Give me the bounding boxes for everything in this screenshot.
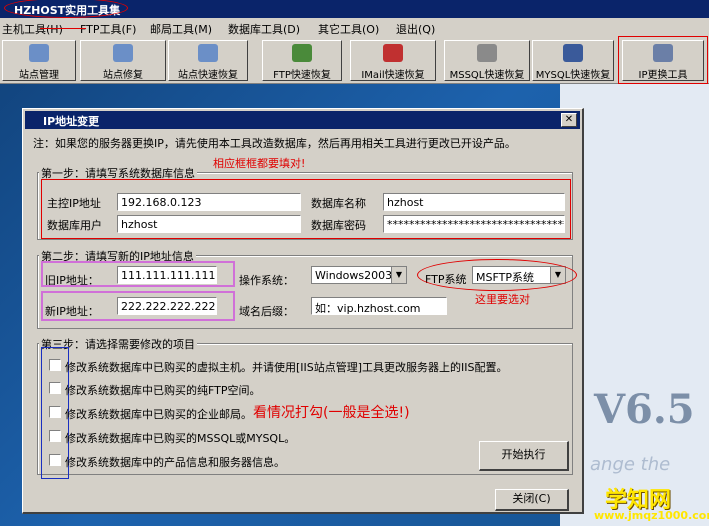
option-product-info: 修改系统数据库中的产品信息和服务器信息。 — [65, 456, 285, 469]
domain-input[interactable]: 如：vip.hzhost.com — [311, 297, 447, 315]
checkbox-database[interactable] — [49, 430, 61, 442]
ip-change-dialog: IP地址变更 ✕ 注：如果您的服务器更换IP，请先使用本工具改造数据库，然后再用… — [22, 108, 584, 514]
step1-annotation-box — [41, 179, 571, 239]
checkbox-ftp-space[interactable] — [49, 382, 61, 394]
checkbox-product-info[interactable] — [49, 454, 61, 466]
database-icon — [477, 44, 497, 62]
site-quick-restore-button[interactable]: 站点快速恢复 — [168, 40, 248, 81]
menu-exit[interactable]: 退出(Q) — [396, 21, 435, 37]
mssql-quick-restore-button[interactable]: MSSQL快速恢复 — [444, 40, 530, 81]
ftp-icon — [292, 44, 312, 62]
fields-note-annotation: 相应框框都要填对! — [213, 157, 306, 170]
ftp-quick-restore-button[interactable]: FTP快速恢复 — [262, 40, 342, 81]
dialog-title: IP地址变更 — [43, 115, 100, 128]
domain-label: 域名后缀： — [239, 305, 294, 318]
gears-icon — [198, 44, 218, 62]
menu-annotation-line — [40, 28, 86, 29]
mysql-quick-restore-button[interactable]: MYSQL快速恢复 — [532, 40, 614, 81]
dialog-title-bar: IP地址变更 ✕ — [25, 111, 580, 129]
site-repair-button[interactable]: 站点修复 — [80, 40, 166, 81]
version-text: V6.5 — [594, 386, 695, 433]
check-note-annotation: 看情况打勾(一般是全选!) — [253, 405, 410, 421]
gears-icon — [113, 44, 133, 62]
ftp-annotation-oval — [417, 259, 577, 291]
dialog-notice: 注：如果您的服务器更换IP，请先使用本工具改造数据库，然后再用相关工具进行更改已… — [33, 137, 516, 150]
os-select[interactable]: Windows2003 ▼ — [311, 266, 407, 284]
imail-quick-restore-button[interactable]: IMail快速恢复 — [350, 40, 436, 81]
site-manage-button[interactable]: 站点管理 — [2, 40, 76, 81]
menu-other-tools[interactable]: 其它工具(O) — [318, 21, 379, 37]
os-dropdown-arrow-icon[interactable]: ▼ — [391, 267, 406, 283]
toolbar: 站点管理 站点修复 站点快速恢复 FTP快速恢复 IMail快速恢复 MSSQL… — [0, 38, 709, 84]
os-label: 操作系统： — [239, 274, 294, 287]
option-mail: 修改系统数据库中已购买的企业邮局。 — [65, 408, 252, 421]
tagline-text: ange the — [590, 454, 671, 475]
gears-icon — [29, 44, 49, 62]
new-ip-annotation-box — [41, 291, 235, 321]
mail-icon — [383, 44, 403, 62]
menu-bar: 主机工具(H) FTP工具(F) 邮局工具(M) 数据库工具(D) 其它工具(O… — [0, 18, 709, 38]
option-database: 修改系统数据库中已购买的MSSQL或MYSQL。 — [65, 432, 296, 445]
watermark-url: www.jmqz1000.com — [594, 509, 709, 522]
option-virtual-host: 修改系统数据库中已购买的虚拟主机。并请使用[IIS站点管理]工具更改服务器上的I… — [65, 361, 508, 374]
toolbar-annotation-box — [618, 36, 708, 84]
menu-host-tools[interactable]: 主机工具(H) — [2, 21, 63, 37]
menu-ftp-tools[interactable]: FTP工具(F) — [80, 21, 136, 37]
option-ftp-space: 修改系统数据库中已购买的纯FTP空间。 — [65, 384, 261, 397]
menu-database-tools[interactable]: 数据库工具(D) — [228, 21, 300, 37]
checkbox-virtual-host[interactable] — [49, 359, 61, 371]
select-note-annotation: 这里要选对 — [475, 293, 530, 306]
checkbox-mail[interactable] — [49, 406, 61, 418]
start-execute-button[interactable]: 开始执行 — [479, 441, 569, 471]
menu-mail-tools[interactable]: 邮局工具(M) — [150, 21, 212, 37]
dialog-close-x-button[interactable]: ✕ — [561, 113, 577, 127]
old-ip-annotation-box — [41, 261, 235, 287]
close-button[interactable]: 关闭(C) — [495, 489, 569, 511]
sql-icon — [563, 44, 583, 62]
